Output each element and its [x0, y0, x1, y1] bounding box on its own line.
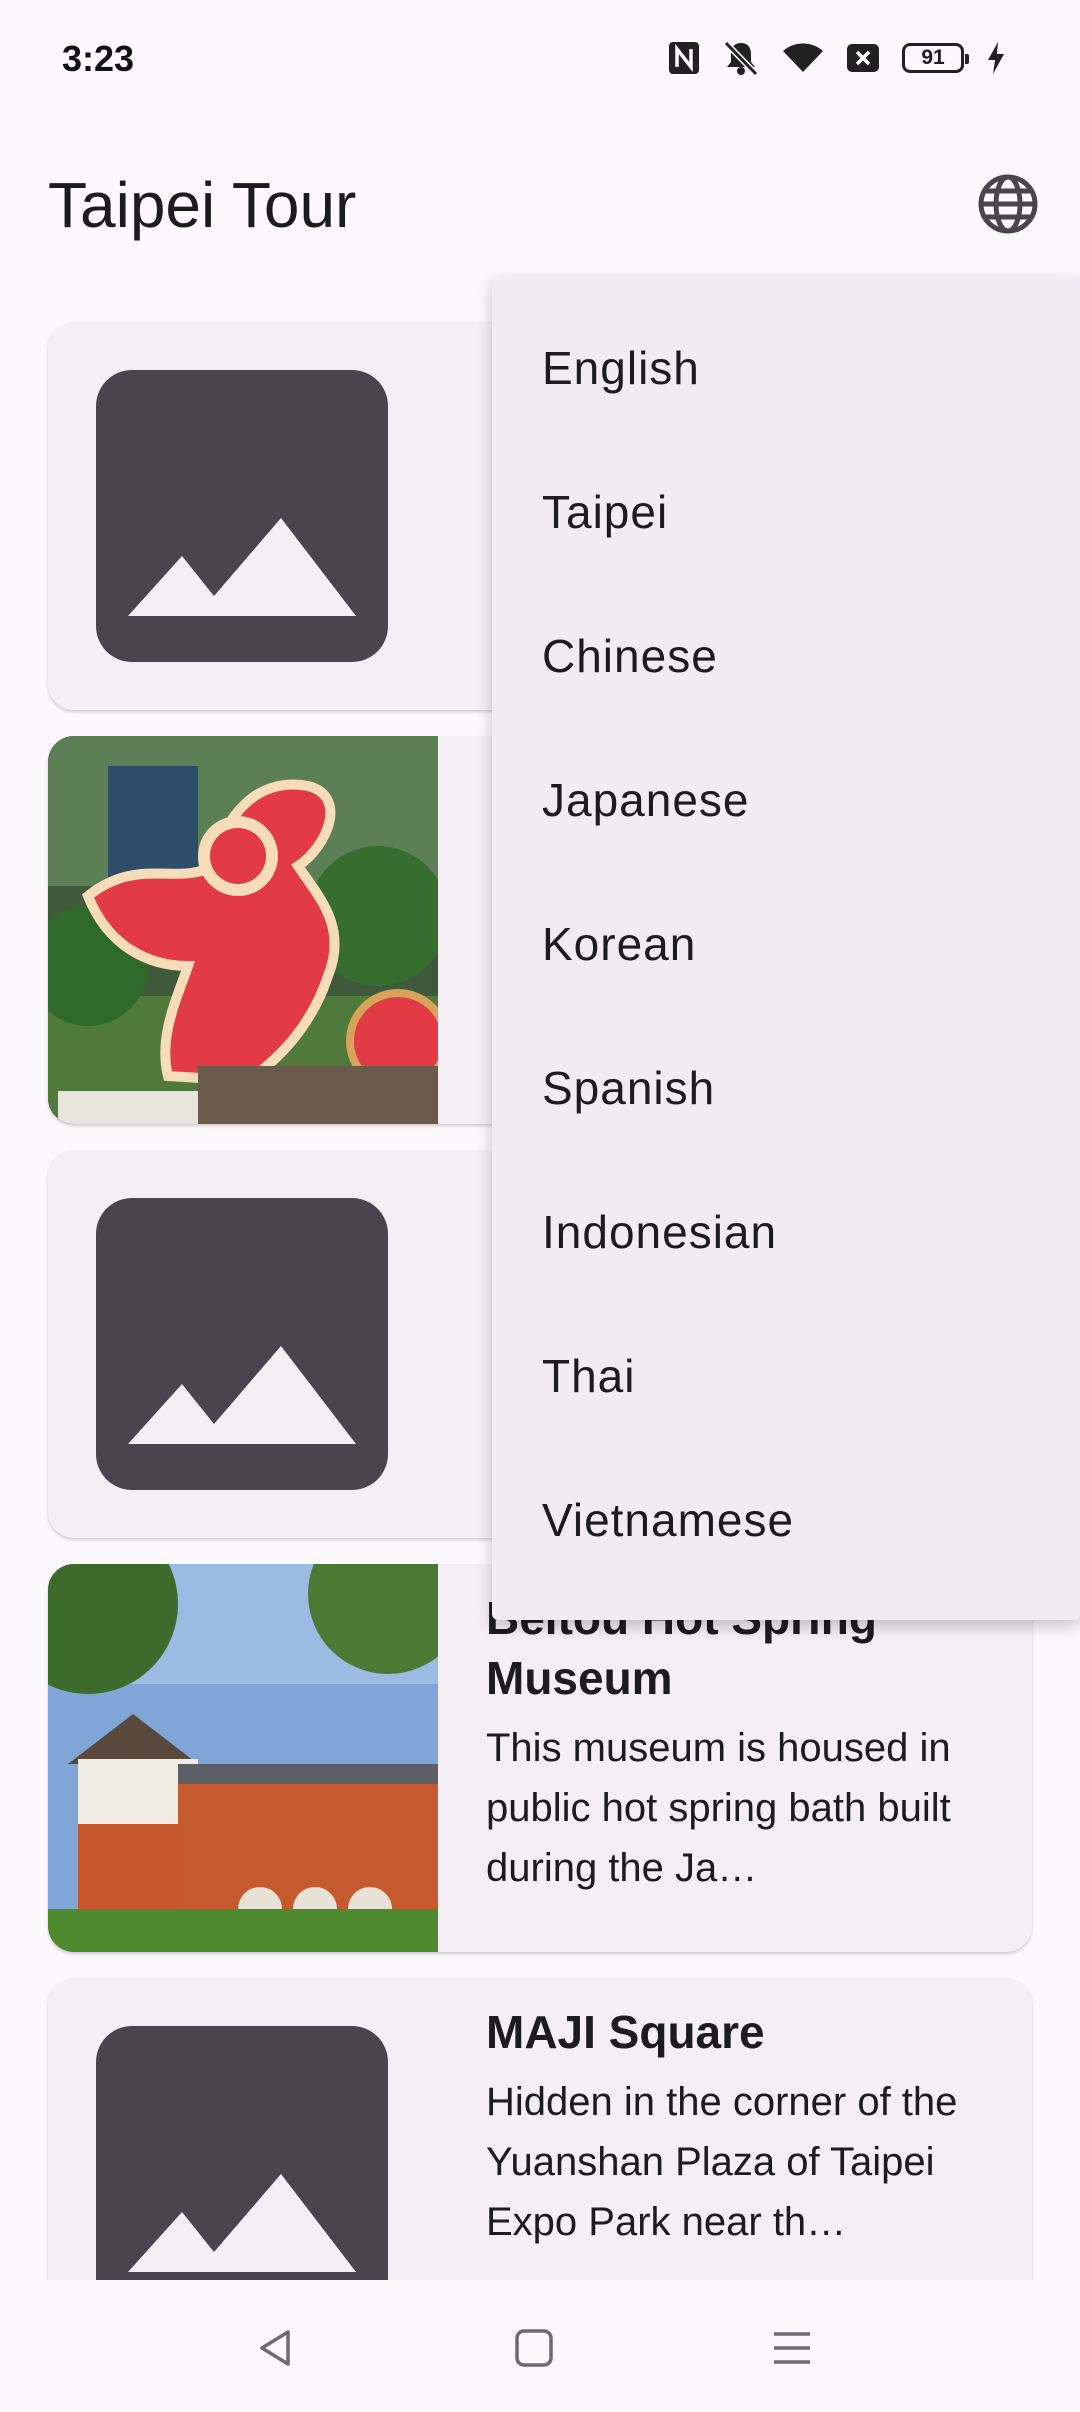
charging-icon — [986, 41, 1006, 75]
menu-item-spanish[interactable]: Spanish — [492, 1016, 1080, 1160]
language-button[interactable] — [966, 164, 1050, 248]
attraction-photo — [48, 736, 438, 1124]
navigation-bar — [0, 2280, 1080, 2412]
globe-icon — [976, 172, 1040, 241]
menu-item-thai[interactable]: Thai — [492, 1304, 1080, 1448]
menu-item-vietnamese[interactable]: Vietnamese — [492, 1448, 1080, 1592]
attraction-description: Hidden in the corner of the Yuanshan Pla… — [486, 2080, 958, 2244]
status-icons: 91 — [668, 40, 1006, 76]
attraction-description: This museum is housed in public hot spri… — [486, 1726, 951, 1890]
image-placeholder-icon — [96, 2026, 388, 2318]
menu-item-english[interactable]: English — [492, 296, 1080, 440]
attraction-card[interactable]: Beitou Hot Spring Museum This museum is … — [48, 1564, 1032, 1952]
mute-icon — [722, 40, 760, 76]
nfc-icon — [668, 41, 700, 75]
image-placeholder-icon — [96, 1198, 388, 1490]
recents-button[interactable] — [752, 2310, 832, 2390]
menu-item-chinese[interactable]: Chinese — [492, 584, 1080, 728]
menu-item-korean[interactable]: Korean — [492, 872, 1080, 1016]
app-bar: Taipei Tour — [0, 150, 1080, 260]
wifi-icon — [782, 42, 824, 74]
close-box-icon — [846, 43, 880, 73]
battery-icon: 91 — [902, 43, 969, 73]
attraction-photo — [48, 1564, 438, 1952]
app-title: Taipei Tour — [48, 169, 357, 241]
menu-item-indonesian[interactable]: Indonesian — [492, 1160, 1080, 1304]
attraction-title: MAJI Square — [486, 2006, 765, 2058]
status-bar: 3:23 91 — [0, 0, 1080, 125]
image-placeholder-icon — [96, 370, 388, 662]
menu-item-japanese[interactable]: Japanese — [492, 728, 1080, 872]
menu-icon — [770, 2326, 814, 2375]
battery-level: 91 — [921, 46, 945, 69]
home-button[interactable] — [494, 2310, 574, 2390]
back-button[interactable] — [236, 2310, 316, 2390]
language-menu: English Taipei Chinese Japanese Korean S… — [492, 276, 1080, 1620]
back-icon — [254, 2326, 298, 2375]
menu-item-taipei[interactable]: Taipei — [492, 440, 1080, 584]
home-icon — [512, 2326, 556, 2375]
status-time: 3:23 — [62, 38, 135, 79]
